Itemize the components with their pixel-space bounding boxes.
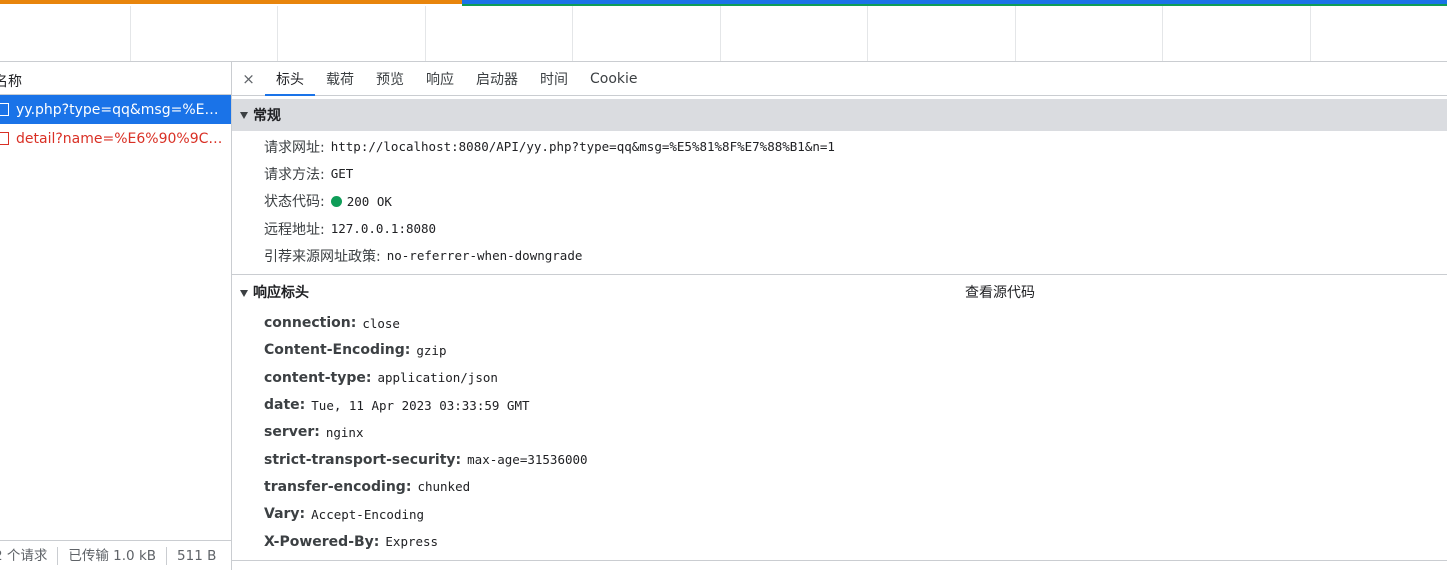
response-header-row: date: Tue, 11 Apr 2023 03:33:59 GMT [232,391,1447,418]
header-key: server: [264,424,320,441]
timeline-gridline [572,6,573,61]
status-bar: 2 个请求 已传输 1.0 kB 511 B [0,540,231,570]
network-timeline[interactable] [0,0,1447,62]
response-header-row: server: nginx [232,419,1447,446]
header-value: nginx [325,424,364,440]
response-header-row: connection: close [232,309,1447,336]
response-header-row: transfer-encoding: chunked [232,473,1447,500]
header-key: Content-Encoding: [264,342,411,359]
header-key: content-type: [264,369,372,386]
header-key: date: [264,397,306,414]
general-row: 请求网址: http://localhost:8080/API/yy.php?ty… [232,133,1447,160]
timeline-gridline [425,6,426,61]
response-header-row: Vary: Accept-Encoding [232,501,1447,528]
response-headers-toggle: 响应标头 [240,282,309,302]
response-header-row: Content-Encoding: gzip [232,337,1447,364]
timeline-gridline [130,6,131,61]
document-icon [0,132,9,145]
header-value: 200 OK [346,193,392,209]
general-row: 引荐来源网址政策: no-referrer-when-downgrade [232,242,1447,269]
request-name: detail?name=%E6%90%9C%E7%B4%A2 [16,130,226,147]
header-key: 请求方法: [264,166,325,183]
request-list-pane: 名称 yy.php?type=qq&msg=%E5%81%8F%E7%88%B1… [0,62,232,570]
header-value: Express [385,534,439,549]
header-key: Vary: [264,506,306,523]
timeline-gridline [1015,6,1016,61]
response-header-row: strict-transport-security: max-age=315360… [232,446,1447,473]
timeline-gridline [1310,6,1311,61]
header-value: max-age=31536000 [467,452,588,468]
resources-size: 511 B [177,547,217,564]
general-row: 远程地址: 127.0.0.1:8080 [232,215,1447,242]
header-value: gzip [416,342,447,358]
tab-timing[interactable]: 时间 [529,62,579,95]
name-column-header[interactable]: 名称 [0,62,231,95]
header-value: close [362,315,400,331]
header-key: 引荐来源网址政策: [264,248,381,265]
tab-initiator[interactable]: 启动器 [465,62,529,95]
general-row: 请求方法: GET [232,160,1447,187]
status-ok-icon [330,195,342,207]
header-key: 状态代码: [264,194,325,211]
timeline-gridline [720,6,721,61]
request-name: yy.php?type=qq&msg=%E5%81%8F%E7%88%B1&n=… [16,101,226,118]
tab-headers[interactable]: 标头 [265,62,315,96]
header-value: no-referrer-when-downgrade [386,248,583,264]
header-value: 127.0.0.1:8080 [330,221,437,237]
header-value: Accept-Encoding [311,506,425,522]
header-key: connection: [264,315,357,332]
name-column-label: 名称 [0,74,22,90]
general-section-header[interactable]: 常规 [232,99,1447,131]
view-source-button[interactable]: 查看源代码 [965,282,1035,302]
section-divider [232,560,1447,562]
document-icon [0,103,9,116]
transferred-size: 已传输 1.0 kB [58,546,168,565]
timeline-gridline [277,6,278,61]
request-row-yy[interactable]: yy.php?type=qq&msg=%E5%81%8F%E7%88%B1&n=… [0,95,231,124]
header-key: 请求网址: [264,139,325,156]
header-value: http://localhost:8080/API/yy.php?type=qq… [330,139,835,155]
header-value: application/json [377,370,498,386]
header-value: chunked [417,479,471,495]
response-header-row: content-type: application/json [232,364,1447,391]
header-value: Tue, 11 Apr 2023 03:33:59 GMT [311,397,530,413]
timeline-gridline [867,6,868,61]
response-headers-section-header[interactable]: 响应标头 查看源代码 [232,275,1447,309]
header-key: 远程地址: [264,221,325,238]
timeline-bar-finished [462,4,1447,6]
request-detail-pane: × 标头 载荷 预览 响应 启动器 时间 Cookie 常规 请求网址: http… [232,62,1447,570]
timeline-gridline [1162,6,1163,61]
header-key: transfer-encoding: [264,478,412,495]
header-value: GET [330,166,354,182]
request-row-detail[interactable]: detail?name=%E6%90%9C%E7%B4%A2 [0,124,231,153]
tab-cookies[interactable]: Cookie [579,62,649,95]
expand-arrow-icon [240,111,248,119]
detail-tabbar: × 标头 载荷 预览 响应 启动器 时间 Cookie [232,62,1447,96]
close-icon[interactable]: × [232,62,265,95]
tab-response[interactable]: 响应 [415,62,465,95]
header-key: strict-transport-security: [264,451,462,468]
tab-preview[interactable]: 预览 [365,62,415,95]
request-count: 2 个请求 [0,546,59,565]
general-row: 状态代码: 200 OK [232,188,1447,215]
tab-payload[interactable]: 载荷 [315,62,365,95]
header-key: X-Powered-By: [264,533,380,550]
timeline-bar-waiting [0,0,462,4]
response-headers-title: 响应标头 [253,285,309,302]
response-header-row: X-Powered-By: Express [232,528,1447,555]
expand-arrow-icon [240,290,248,298]
general-section-title: 常规 [253,108,281,124]
